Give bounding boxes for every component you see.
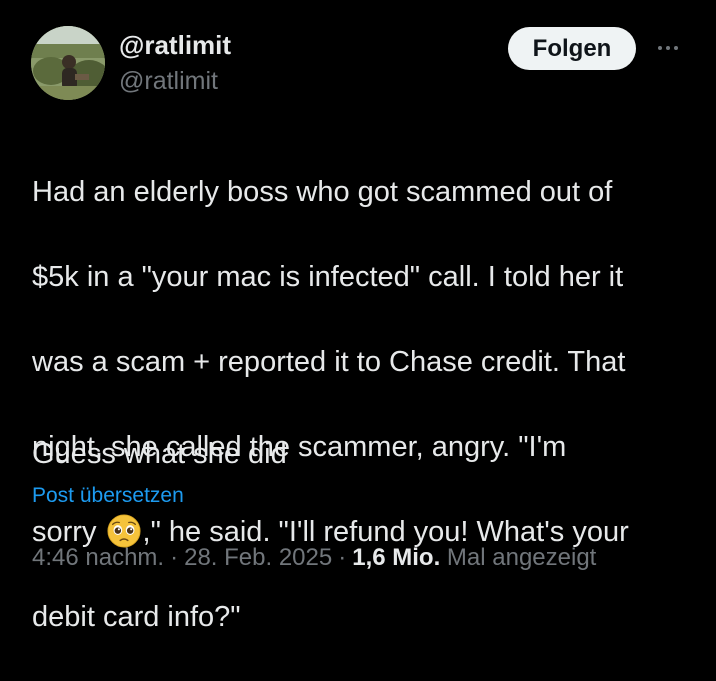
tweet-line: was a scam + reported it to Chase credit… — [32, 345, 626, 378]
more-options-icon[interactable] — [652, 30, 684, 66]
dot — [658, 46, 662, 50]
post-time[interactable]: 4:46 nachm. — [32, 544, 164, 571]
post-date[interactable]: 28. Feb. 2025 — [184, 544, 332, 571]
separator: · — [170, 544, 179, 571]
dot — [674, 46, 678, 50]
tweet-line: debit card info?" — [32, 600, 241, 633]
author-display-name[interactable]: @ratlimit — [119, 30, 231, 60]
author-handle[interactable]: @ratlimit — [119, 66, 218, 96]
follow-button[interactable]: Folgen — [508, 27, 636, 70]
view-count-label: Mal angezeigt — [446, 544, 597, 571]
avatar[interactable] — [31, 26, 105, 100]
post: @ratlimit @ratlimit Folgen Had an elderl… — [0, 0, 716, 633]
tweet-line: $5k in a "your mac is infected" call. I … — [32, 260, 624, 293]
translate-post-link[interactable]: Post übersetzen — [32, 482, 184, 510]
tweet-closing-line: Guess what she did — [32, 438, 287, 470]
view-count[interactable]: 1,6 Mio. — [352, 544, 440, 571]
separator: · — [338, 544, 347, 571]
tweet-line: Had an elderly boss who got scammed out … — [32, 175, 613, 208]
dot — [666, 46, 670, 50]
tweet-text: Had an elderly boss who got scammed out … — [32, 128, 702, 681]
post-metadata: 4:46 nachm. · 28. Feb. 2025 · 1,6 Mio. Mal a… — [32, 541, 596, 575]
avatar-image — [31, 26, 105, 100]
